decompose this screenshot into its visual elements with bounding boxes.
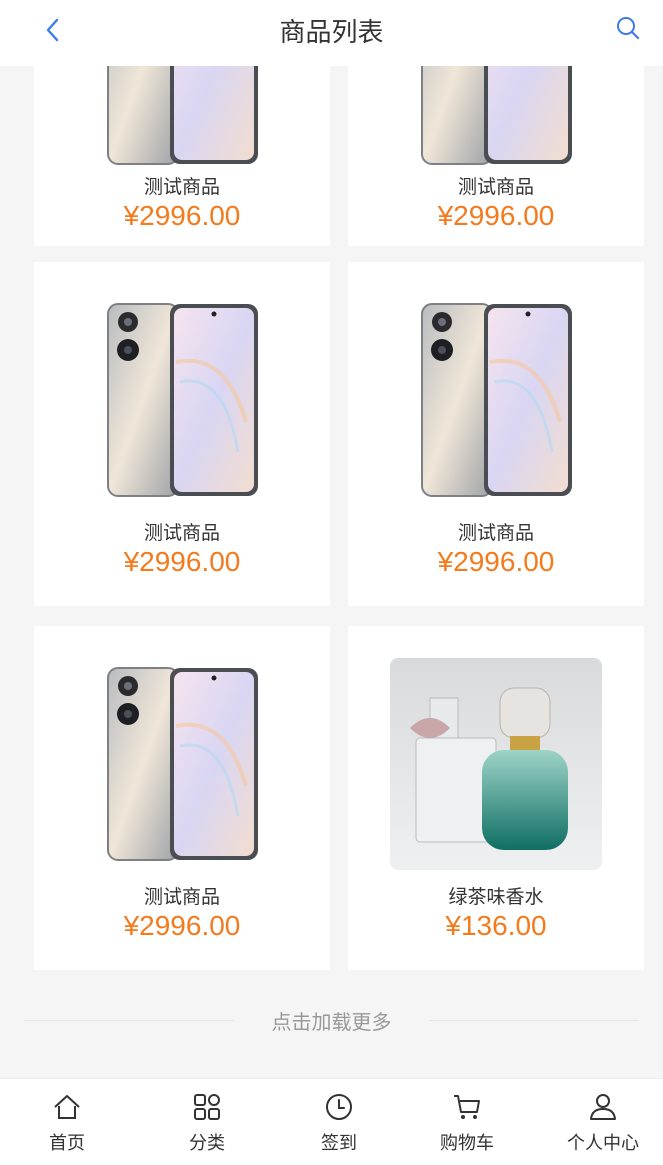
product-price: ¥136.00 [445, 910, 547, 941]
product-name: 测试商品 [457, 522, 534, 544]
load-more-button[interactable]: 点击加载更多 [24, 1006, 639, 1036]
product-name: 测试商品 [457, 176, 534, 198]
cart-icon [454, 1095, 480, 1119]
load-more-label: 点击加载更多 [271, 1010, 392, 1034]
grid-icon [194, 1094, 220, 1120]
tab-home[interactable]: 首页 [12, 1085, 122, 1161]
perfume-image [390, 658, 602, 870]
phone-image [107, 303, 258, 497]
product-card[interactable]: 测试商品 ¥2996.00 [34, 626, 330, 970]
tab-label: 首页 [49, 1133, 85, 1154]
product-card[interactable]: 绿茶味香水 ¥136.00 [348, 626, 644, 970]
user-icon [590, 1094, 616, 1120]
product-name: 测试商品 [143, 886, 220, 908]
product-price: ¥2996.00 [437, 546, 555, 577]
search-icon[interactable] [615, 14, 641, 42]
product-card[interactable]: 测试商品 ¥2996.00 [348, 66, 644, 246]
divider-left [24, 1020, 234, 1021]
product-name: 绿茶味香水 [448, 886, 544, 908]
bottom-tab-bar: 首页 分类 签到 购物车 个人中心 [0, 1078, 663, 1165]
clock-icon [326, 1094, 352, 1120]
phone-image [421, 303, 572, 497]
phone-image [107, 66, 258, 165]
product-card[interactable]: 测试商品 ¥2996.00 [348, 262, 644, 606]
top-nav-bar: 商品列表 [0, 0, 663, 66]
tab-category[interactable]: 分类 [152, 1085, 262, 1161]
page-title: 商品列表 [279, 18, 384, 48]
tab-profile[interactable]: 个人中心 [548, 1085, 658, 1161]
product-price: ¥2996.00 [123, 200, 241, 231]
product-price: ¥2996.00 [123, 546, 241, 577]
product-list-scroll-area[interactable]: 测试商品 ¥2996.00 测试商品 ¥2996.00 测试商品 ¥2996.0… [0, 66, 663, 1078]
phone-image [421, 66, 572, 165]
divider-right [429, 1020, 639, 1021]
tab-checkin[interactable]: 签到 [284, 1085, 394, 1161]
home-icon [54, 1095, 80, 1119]
product-card[interactable]: 测试商品 ¥2996.00 [34, 66, 330, 246]
phone-image [107, 667, 258, 861]
product-price: ¥2996.00 [123, 910, 241, 941]
tab-label: 购物车 [440, 1133, 494, 1154]
product-card[interactable]: 测试商品 ¥2996.00 [34, 262, 330, 606]
product-name: 测试商品 [143, 522, 220, 544]
product-price: ¥2996.00 [437, 200, 555, 231]
product-name: 测试商品 [143, 176, 220, 198]
tab-label: 签到 [321, 1133, 357, 1154]
tab-label: 个人中心 [567, 1133, 639, 1154]
tab-cart[interactable]: 购物车 [412, 1085, 522, 1161]
tab-label: 分类 [189, 1133, 225, 1154]
